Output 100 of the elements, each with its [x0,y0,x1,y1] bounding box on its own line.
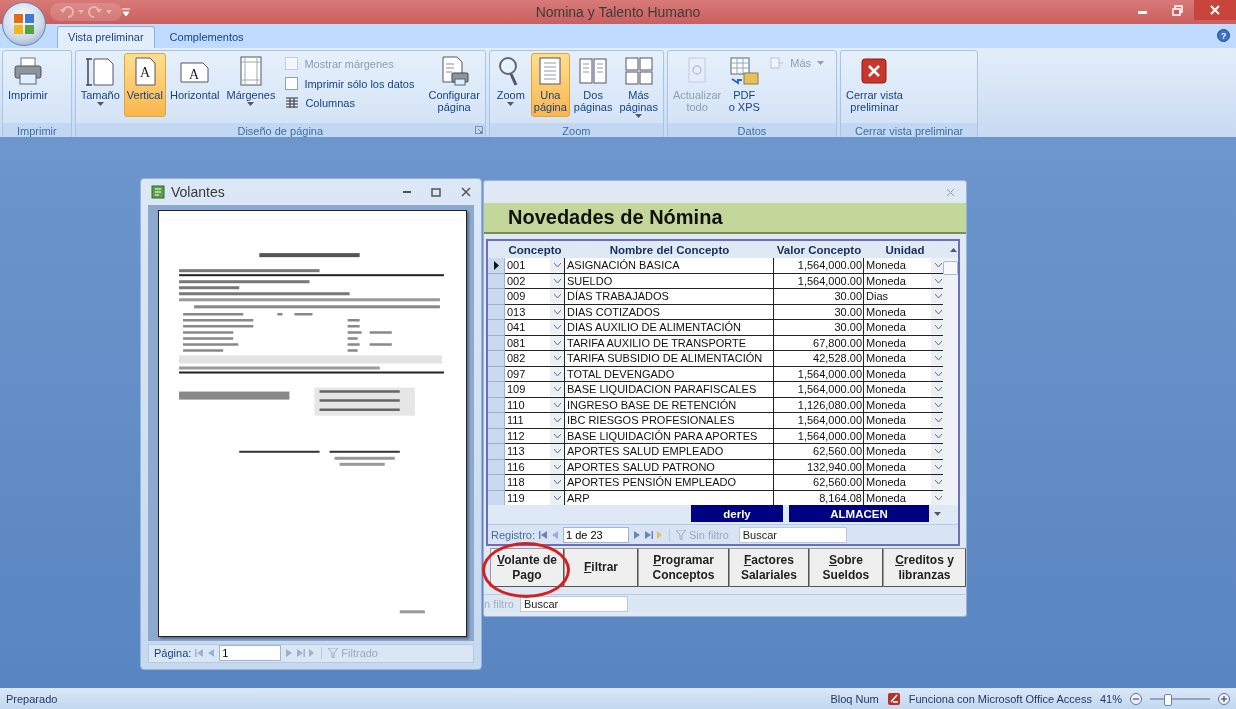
zoom-slider[interactable] [1150,693,1210,704]
table-cell: BASE LIQUIDACION PARAFISCALES [565,382,774,398]
filter-label: n filtro [484,597,514,610]
ribbon-tab[interactable]: Vista preliminar [57,26,155,48]
table-cell: 1,564,000.00 [774,413,864,429]
search-field[interactable]: Buscar [519,595,628,612]
arrow-up-icon [950,247,957,252]
code-combo[interactable]: 113 [505,444,565,460]
table-cell: 30.00 [774,320,864,336]
ribbon-button[interactable]: PDF o XPS [725,53,764,117]
multiple-pages-icon [622,55,655,87]
last-page-icon [297,649,306,658]
table-cell: ASIGNACIÓN BASICA [565,258,774,274]
code-combo[interactable]: 009 [505,289,565,305]
table-cell: APORTES PENSIÓN EMPLEADO [565,475,774,491]
table-cell: APORTES SALUD EMPLEADO [565,444,774,460]
zoom-in-button[interactable] [1218,692,1230,705]
table-cell: 1,564,000.00 [774,258,864,274]
code-combo[interactable]: 118 [505,475,565,491]
table-cell: 62,560.00 [774,475,864,491]
columns-icon [285,97,300,109]
ribbon-button[interactable]: Márgenes [223,53,279,117]
first-record-icon [539,530,548,539]
column-header[interactable]: Unidad [864,243,946,256]
unit-combo[interactable]: Dias [864,289,943,305]
unit-combo[interactable]: Moneda [864,475,943,491]
table-cell: 42,528.00 [774,351,864,367]
status-text: Preparado [6,692,58,705]
ribbon-button[interactable]: Una página [530,53,570,117]
unit-combo[interactable]: Moneda [864,382,943,398]
slider-thumb[interactable] [1164,693,1172,706]
minimize-button[interactable] [403,190,411,193]
ribbon-button[interactable]: Columnas [285,97,415,109]
table-cell: DÍAS TRABAJADOS [565,289,774,305]
record-label: Registro: [491,528,536,541]
scrollbar[interactable] [943,258,958,505]
customize-menu-icon [122,8,130,16]
action-button[interactable]: Volante de Pago [490,548,564,587]
help-icon: ? [1217,29,1230,42]
ribbon-button[interactable]: Tamaño [77,53,123,117]
ribbon-button[interactable]: A Horizontal [166,53,223,117]
ribbon-button[interactable]: Dos páginas [570,53,616,117]
checkbox[interactable]: Imprimir sólo los datos [285,77,415,90]
caret-icon [247,102,255,106]
close-icon [947,188,954,196]
unit-combo[interactable]: Moneda [864,413,943,429]
zoom-level: 41% [1099,692,1122,705]
action-button[interactable]: Sobre Sueldos [808,548,883,587]
unit-combo[interactable]: Moneda [864,444,943,460]
ribbon-button[interactable]: Configurar página [425,53,483,117]
page-label: Página: [154,647,192,660]
column-header[interactable]: Nombre del Concepto [565,243,774,256]
redo-icon [88,6,102,18]
column-header[interactable]: Concepto [505,243,565,256]
window-title: Volantes [171,183,225,200]
record-number-field[interactable]: 1 de 23 [563,526,630,543]
current-record-icon [493,260,499,270]
action-button[interactable]: Creditos y libranzas [882,548,966,587]
table-cell: 30.00 [774,289,864,305]
group-label: Datos [737,124,767,137]
report-icon [151,184,165,199]
code-combo[interactable]: 109 [505,382,565,398]
code-combo[interactable]: 082 [505,351,565,367]
record-selector[interactable] [488,258,505,274]
user-field: derly [691,505,783,522]
code-combo[interactable]: 041 [505,320,565,336]
ribbon-tab[interactable]: Complementos [158,26,255,48]
ribbon-button[interactable]: Cerrar vista preliminar [843,53,906,117]
unit-combo[interactable]: Moneda [864,351,943,367]
area-field: ALMACEN [789,505,929,522]
action-button[interactable]: Factores Salariales [728,548,809,587]
group-label: Imprimir [17,124,57,137]
close-button[interactable] [461,186,471,197]
last-record-icon [645,530,654,539]
action-button[interactable]: Programar Conceptos [638,548,729,587]
code-combo[interactable]: 111 [505,413,565,429]
action-button[interactable]: Filtrar [564,548,638,587]
export-icon [770,57,785,69]
ribbon-button[interactable]: Más páginas [616,53,661,122]
table-cell: 62,560.00 [774,444,864,460]
maximize-button[interactable] [431,186,441,197]
num-lock-indicator: Bloq Num [830,692,879,705]
ribbon-button[interactable]: A Vertical [123,53,166,117]
column-header[interactable]: Valor Concepto [774,243,864,256]
caret-icon [507,102,515,106]
undo-icon [60,6,74,18]
ribbon-button[interactable]: Imprimir [5,53,51,117]
close-button[interactable] [1194,0,1236,20]
code-combo[interactable]: 001 [505,258,565,274]
close-icon [1210,5,1220,15]
search-field[interactable]: Buscar [738,526,847,543]
ribbon-button[interactable]: Zoom [491,53,530,117]
export-table-icon [728,55,761,87]
minus-circle-icon [1130,692,1142,705]
page-number-field[interactable]: 1 [219,645,282,662]
caret-icon [96,102,104,106]
office-button[interactable] [2,2,46,46]
unit-combo[interactable]: Moneda [864,320,943,336]
unit-combo[interactable]: Moneda [864,258,943,274]
zoom-out-button[interactable] [1130,692,1142,705]
